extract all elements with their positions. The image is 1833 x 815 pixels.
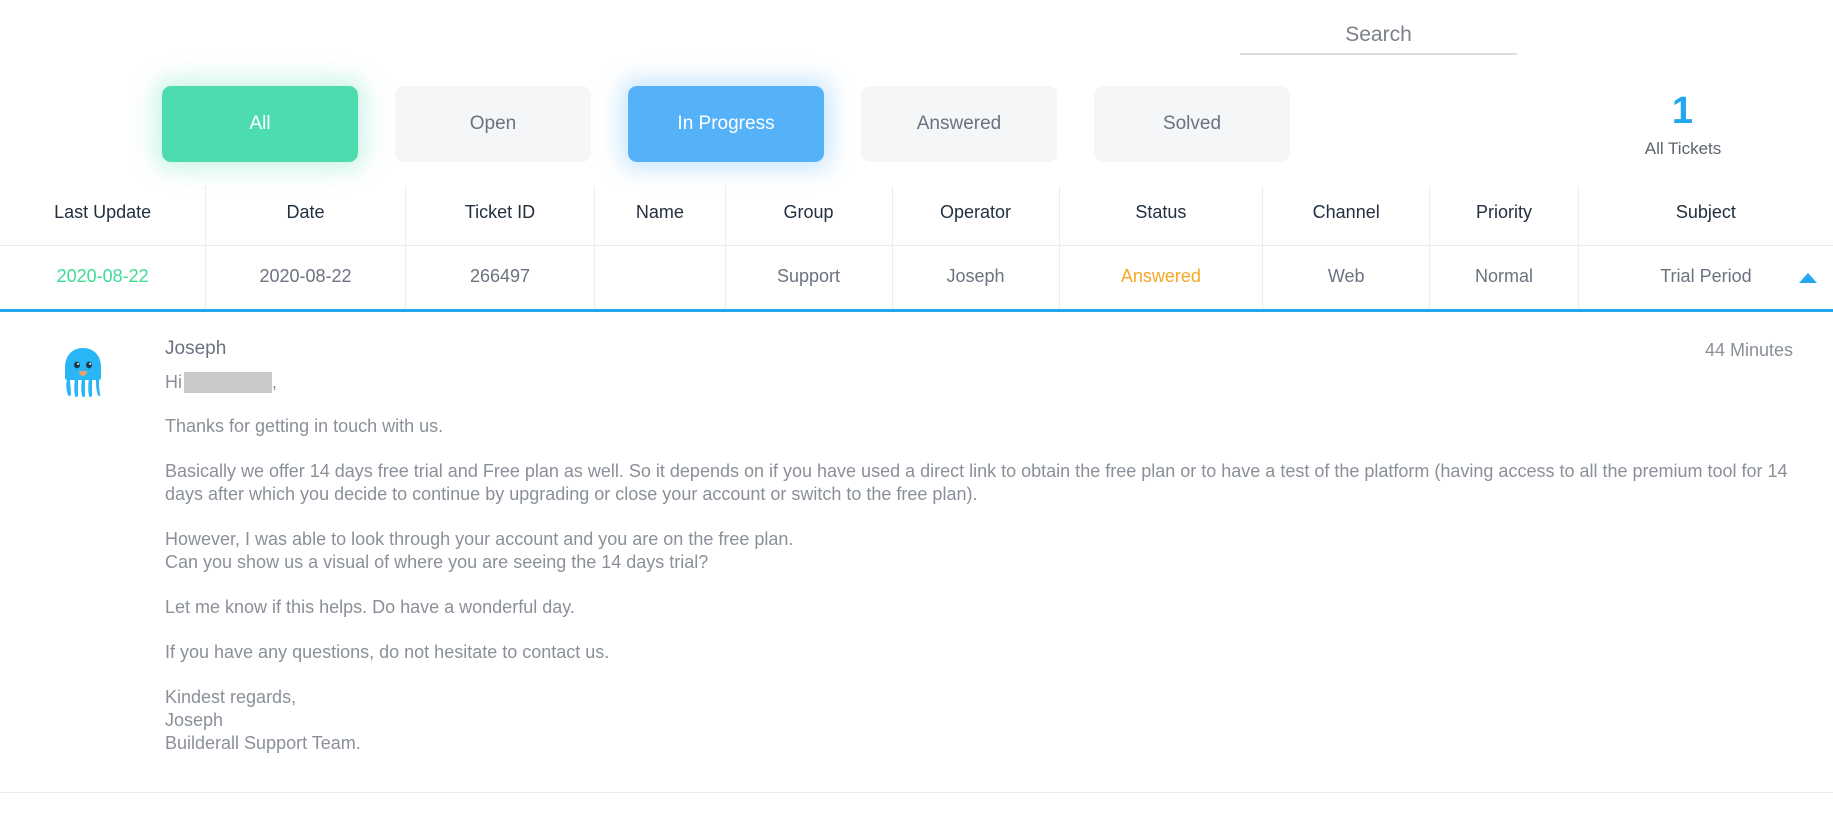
column-header-operator[interactable]: Operator (892, 186, 1060, 246)
filter-button-answered[interactable]: Answered (861, 86, 1057, 162)
cell-subject: Trial Period (1578, 245, 1833, 312)
signature-line-3: Builderall Support Team. (165, 733, 361, 754)
message-body: Joseph Hi , Thanks for getting in touch … (165, 338, 1833, 777)
message-paragraph-trial-explanation: Basically we offer 14 days free trial an… (165, 461, 1788, 505)
column-header-subject[interactable]: Subject (1578, 186, 1833, 246)
ticket-counter-label: All Tickets (1644, 139, 1722, 158)
column-header-status[interactable]: Status (1059, 186, 1264, 246)
message-signature: Kindest regards, Joseph Builderall Suppo… (165, 686, 1793, 755)
octopus-avatar-icon (64, 348, 101, 398)
filter-button-in-progress-label: In Progress (677, 113, 775, 134)
message-greeting: Hi , (165, 372, 1793, 393)
filter-button-answered-label: Answered (916, 113, 1002, 134)
message-paragraph-thanks: Thanks for getting in touch with us. (165, 416, 444, 436)
cell-status: Answered (1059, 245, 1264, 312)
top-search-bar (0, 0, 1833, 62)
ticket-counter-value: 1 (1671, 90, 1695, 132)
cell-last-update: 2020-08-22 (0, 245, 207, 312)
cell-name (594, 245, 726, 312)
filter-button-open-label: Open (469, 113, 517, 134)
column-header-name[interactable]: Name (594, 186, 726, 246)
cell-ticket-id: 266497 (405, 245, 596, 312)
ticket-counter: 1 All Tickets (1533, 92, 1833, 159)
account-status-line-2: Can you show us a visual of where you ar… (165, 552, 709, 573)
table-row[interactable]: 2020-08-22 2020-08-22 266497 Support Jos… (0, 245, 1833, 312)
column-header-ticket-id[interactable]: Ticket ID (405, 186, 596, 246)
message-timestamp: 44 Minutes (1704, 340, 1793, 360)
search-field-wrapper (1240, 22, 1517, 55)
search-input[interactable] (1240, 22, 1517, 55)
chevron-up-icon[interactable] (1799, 272, 1817, 283)
filter-button-all[interactable]: All (162, 86, 358, 162)
cell-priority: Normal (1429, 245, 1579, 312)
bottom-divider (0, 792, 1833, 793)
ticket-message: Joseph Hi , Thanks for getting in touch … (0, 312, 1833, 777)
filter-button-solved-label: Solved (1162, 113, 1222, 134)
cell-channel: Web (1262, 245, 1431, 312)
message-author: Joseph (165, 338, 227, 359)
filter-button-all-label: All (249, 113, 271, 134)
table-header-row: Last Update Date Ticket ID Name Group Op… (0, 186, 1833, 246)
account-status-line-1: However, I was able to look through your… (165, 529, 794, 550)
message-paragraph-closing: Let me know if this helps. Do have a won… (165, 597, 575, 618)
cell-group: Support (725, 245, 893, 312)
filter-button-in-progress[interactable]: In Progress (628, 86, 824, 162)
column-header-channel[interactable]: Channel (1262, 186, 1431, 246)
cell-date: 2020-08-22 (205, 245, 406, 312)
message-paragraph-questions: If you have any questions, do not hesita… (165, 642, 610, 663)
filter-button-solved[interactable]: Solved (1094, 86, 1290, 162)
cell-operator: Joseph (892, 245, 1060, 312)
signature-line-2: Joseph (165, 710, 224, 731)
greeting-suffix: , (272, 372, 278, 392)
greeting-prefix: Hi (165, 372, 182, 392)
tickets-table: Last Update Date Ticket ID Name Group Op… (0, 186, 1833, 312)
avatar (0, 338, 165, 777)
column-header-date[interactable]: Date (205, 186, 406, 246)
cell-subject-label: Trial Period (1660, 266, 1752, 286)
filter-toolbar: All Open In Progress Answered Solved 1 A… (0, 62, 1833, 172)
signature-line-1: Kindest regards, (165, 687, 297, 708)
redacted-name-block (184, 372, 272, 393)
column-header-last-update[interactable]: Last Update (0, 186, 207, 246)
filter-button-open[interactable]: Open (395, 86, 591, 162)
column-header-priority[interactable]: Priority (1429, 186, 1579, 246)
message-paragraph-account-status: However, I was able to look through your… (165, 528, 1793, 574)
column-header-group[interactable]: Group (725, 186, 893, 246)
